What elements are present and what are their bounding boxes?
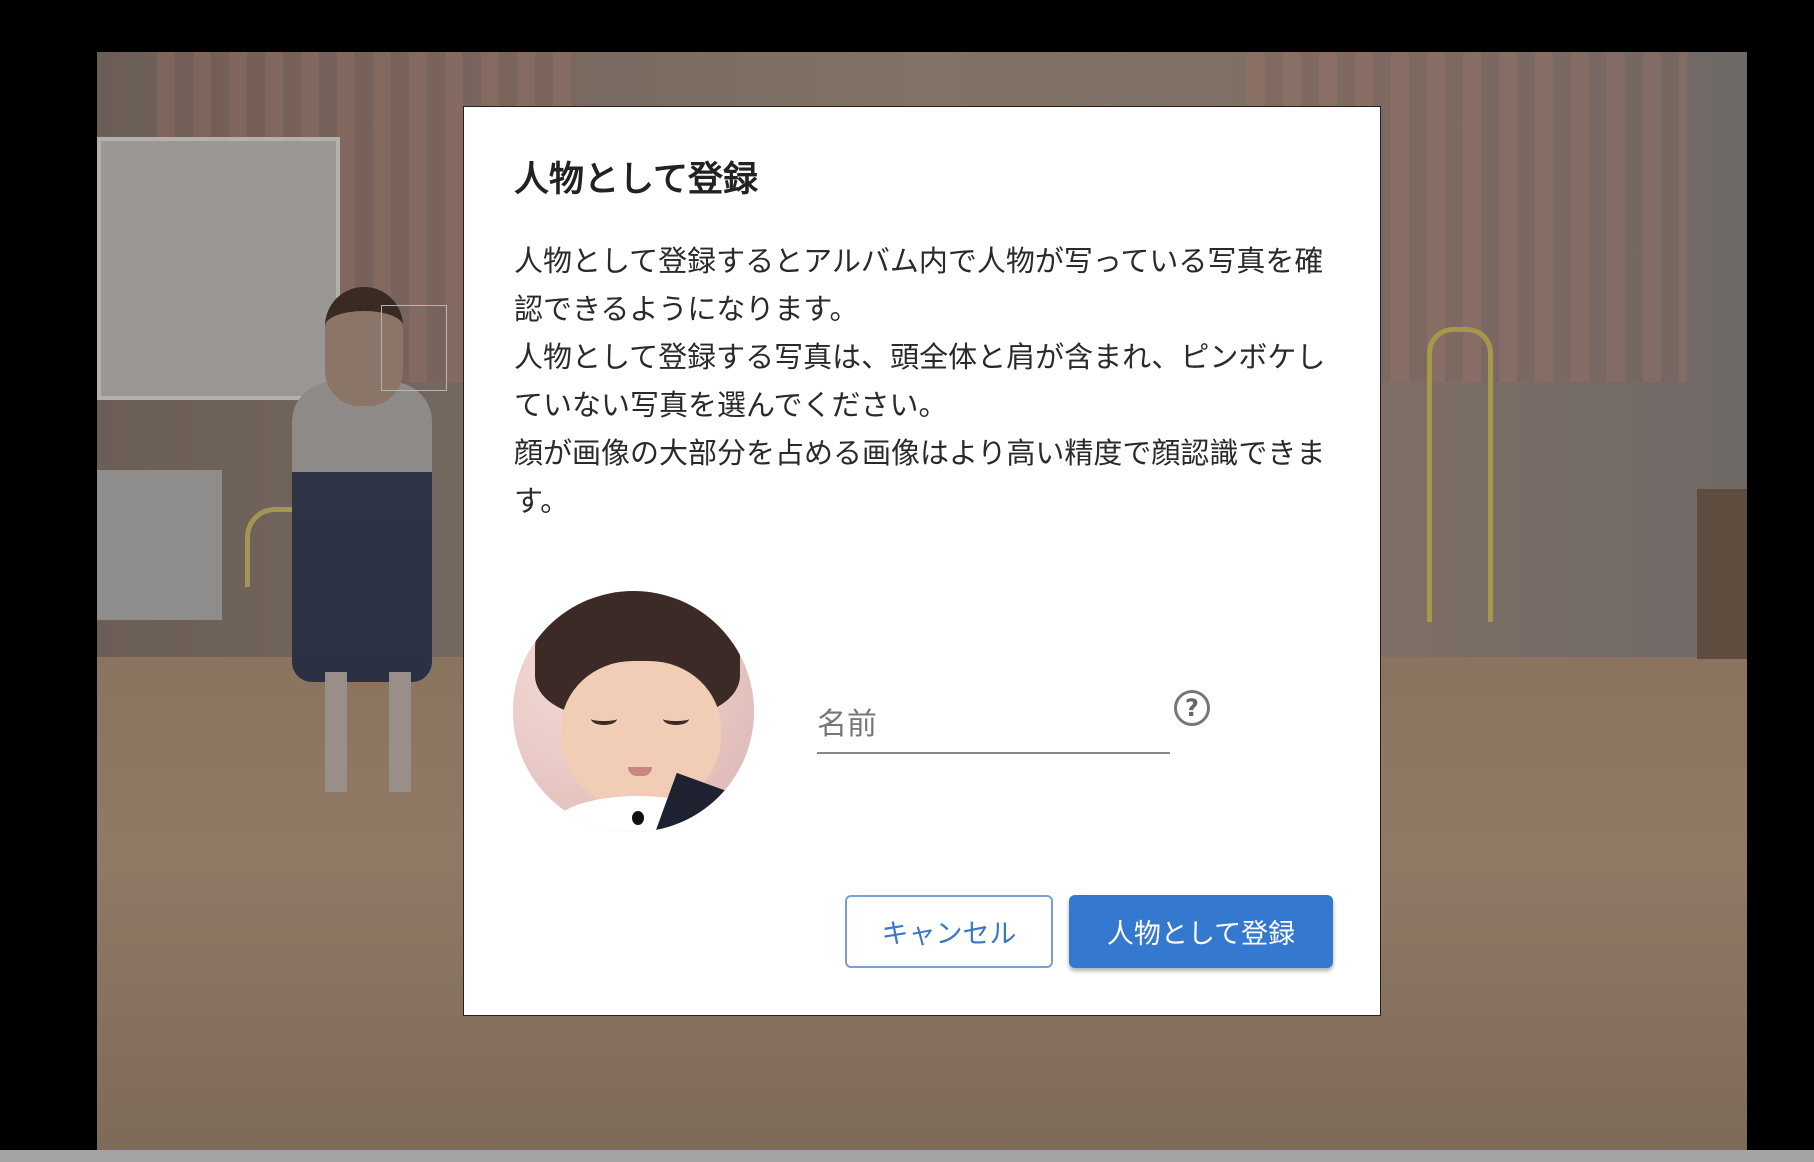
name-field [817, 692, 1170, 754]
description-line: 人物として登録するとアルバム内で人物が写っている写真を確認できるようになります。 [514, 244, 1324, 326]
photo-child-leg-left [325, 672, 347, 792]
bottom-bar [0, 1150, 1814, 1162]
photo-whiteboard [97, 137, 340, 400]
photo-child-leg-right [389, 672, 411, 792]
photo-shelf [97, 470, 222, 620]
question-circle-icon[interactable]: ? [1174, 690, 1210, 726]
description-line: 顔が画像の大部分を占める画像はより高い精度で顔認識できます。 [514, 436, 1326, 518]
photo-child-body [292, 382, 432, 682]
register-person-button[interactable]: 人物として登録 [1069, 895, 1333, 968]
face-thumbnail [513, 591, 754, 832]
register-person-dialog: 人物として登録 人物として登録するとアルバム内で人物が写っている写真を確認できる… [463, 106, 1381, 1016]
cancel-button[interactable]: キャンセル [845, 895, 1053, 968]
face-detection-box[interactable] [381, 305, 447, 391]
photo-stand [1697, 489, 1747, 659]
description-line: 人物として登録する写真は、頭全体と肩が含まれ、ピンボケしていない写真を選んでくだ… [514, 340, 1326, 422]
dialog-title: 人物として登録 [514, 160, 758, 200]
dialog-description: 人物として登録するとアルバム内で人物が写っている写真を確認できるようになります。… [514, 237, 1334, 525]
photo-rack [1427, 327, 1493, 622]
name-input[interactable] [817, 707, 1170, 742]
